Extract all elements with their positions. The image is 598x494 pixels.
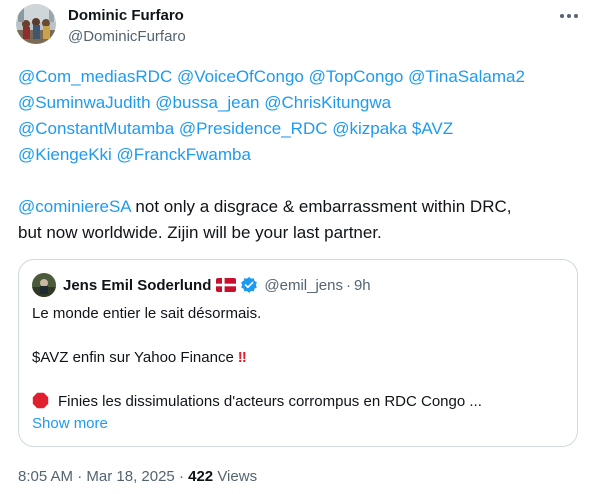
author-name[interactable]: Dominic Furfaro bbox=[68, 6, 184, 26]
tweet-text-segment: not only a disgrace & embarrassment with… bbox=[130, 197, 512, 216]
tweet-text-line: @cominiereSA not only a disgrace & embar… bbox=[18, 194, 590, 220]
tweet-text-segment: but now worldwide. Zijin will be your la… bbox=[18, 223, 382, 242]
tweet-text-line: @Com_mediasRDC @VoiceOfCongo @TopCongo @… bbox=[18, 64, 590, 90]
mention-link[interactable]: @Presidence_RDC bbox=[179, 119, 328, 138]
mention-link[interactable]: @ConstantMutamba bbox=[18, 119, 174, 138]
quoted-author-avatar[interactable] bbox=[32, 273, 56, 297]
quoted-separator: · bbox=[345, 276, 351, 294]
denmark-flag-icon bbox=[216, 278, 237, 292]
tweet-text-line: @KiengeKki @FranckFwamba bbox=[18, 142, 590, 168]
quoted-line-1: Le monde entier le sait désormais. bbox=[32, 305, 262, 322]
views-label: Views bbox=[213, 468, 258, 485]
mention-link[interactable]: @cominiereSA bbox=[18, 197, 131, 216]
quoted-line-3: Finies les dissimulations d'acteurs corr… bbox=[32, 392, 567, 412]
mention-link[interactable]: @TinaSalama2 bbox=[408, 67, 525, 86]
tweet-text-line: but now worldwide. Zijin will be your la… bbox=[18, 220, 590, 246]
quoted-line-2-text: $AVZ enfin sur Yahoo Finance bbox=[32, 349, 234, 366]
quoted-author-name[interactable]: Jens Emil Soderlund bbox=[63, 277, 211, 294]
mention-link[interactable]: @KiengeKki bbox=[18, 145, 112, 164]
quoted-line-3-text: Finies les dissimulations d'acteurs corr… bbox=[58, 393, 482, 410]
quoted-text: Le monde entier le sait désormais. $AVZ … bbox=[32, 304, 567, 412]
quoted-header: Jens Emil Soderlund @emil_jens · 9h bbox=[63, 274, 371, 296]
verified-badge-icon bbox=[240, 276, 258, 294]
mention-link[interactable]: @ChrisKitungwa bbox=[264, 93, 391, 112]
double-exclamation-icon: ‼ bbox=[237, 349, 247, 366]
quoted-tweet[interactable]: Jens Emil Soderlund @emil_jens · 9h Le m… bbox=[18, 259, 578, 447]
quoted-author-handle[interactable]: @emil_jens bbox=[264, 277, 343, 294]
more-horizontal-icon bbox=[560, 14, 578, 18]
mention-link[interactable]: @SuminwaJudith bbox=[18, 93, 151, 112]
cashtag-link[interactable]: $AVZ bbox=[412, 119, 453, 138]
stop-sign-icon bbox=[32, 392, 49, 409]
tweet-text-line: @SuminwaJudith @bussa_jean @ChrisKitungw… bbox=[18, 90, 590, 116]
tweet-text-line: @ConstantMutamba @Presidence_RDC @kizpak… bbox=[18, 116, 590, 142]
quoted-line-2: $AVZ enfin sur Yahoo Finance ‼ bbox=[32, 348, 567, 368]
tweet-date[interactable]: Mar 18, 2025 bbox=[86, 468, 174, 485]
meta-separator: · bbox=[174, 468, 189, 485]
author-avatar[interactable] bbox=[16, 4, 56, 44]
meta-separator: · bbox=[73, 468, 87, 485]
tweet-time[interactable]: 8:05 AM bbox=[18, 468, 73, 485]
mention-link[interactable]: @FranckFwamba bbox=[117, 145, 251, 164]
more-options-button[interactable] bbox=[556, 6, 582, 26]
tweet: Dominic Furfaro @DominicFurfaro @Com_med… bbox=[0, 0, 598, 494]
mention-link[interactable]: @TopCongo bbox=[309, 67, 404, 86]
mention-link[interactable]: @kizpaka bbox=[332, 119, 407, 138]
mention-link[interactable]: @Com_mediasRDC bbox=[18, 67, 172, 86]
show-more-link[interactable]: Show more bbox=[32, 414, 108, 434]
mention-link[interactable]: @VoiceOfCongo bbox=[177, 67, 304, 86]
quoted-timestamp[interactable]: 9h bbox=[354, 277, 371, 294]
views-count: 422 bbox=[188, 468, 214, 485]
tweet-text: @Com_mediasRDC @VoiceOfCongo @TopCongo @… bbox=[18, 64, 590, 246]
tweet-meta: 8:05 AM · Mar 18, 2025 · 422 Views bbox=[18, 467, 257, 487]
mention-link[interactable]: @bussa_jean bbox=[155, 93, 259, 112]
author-handle[interactable]: @DominicFurfaro bbox=[68, 27, 186, 47]
